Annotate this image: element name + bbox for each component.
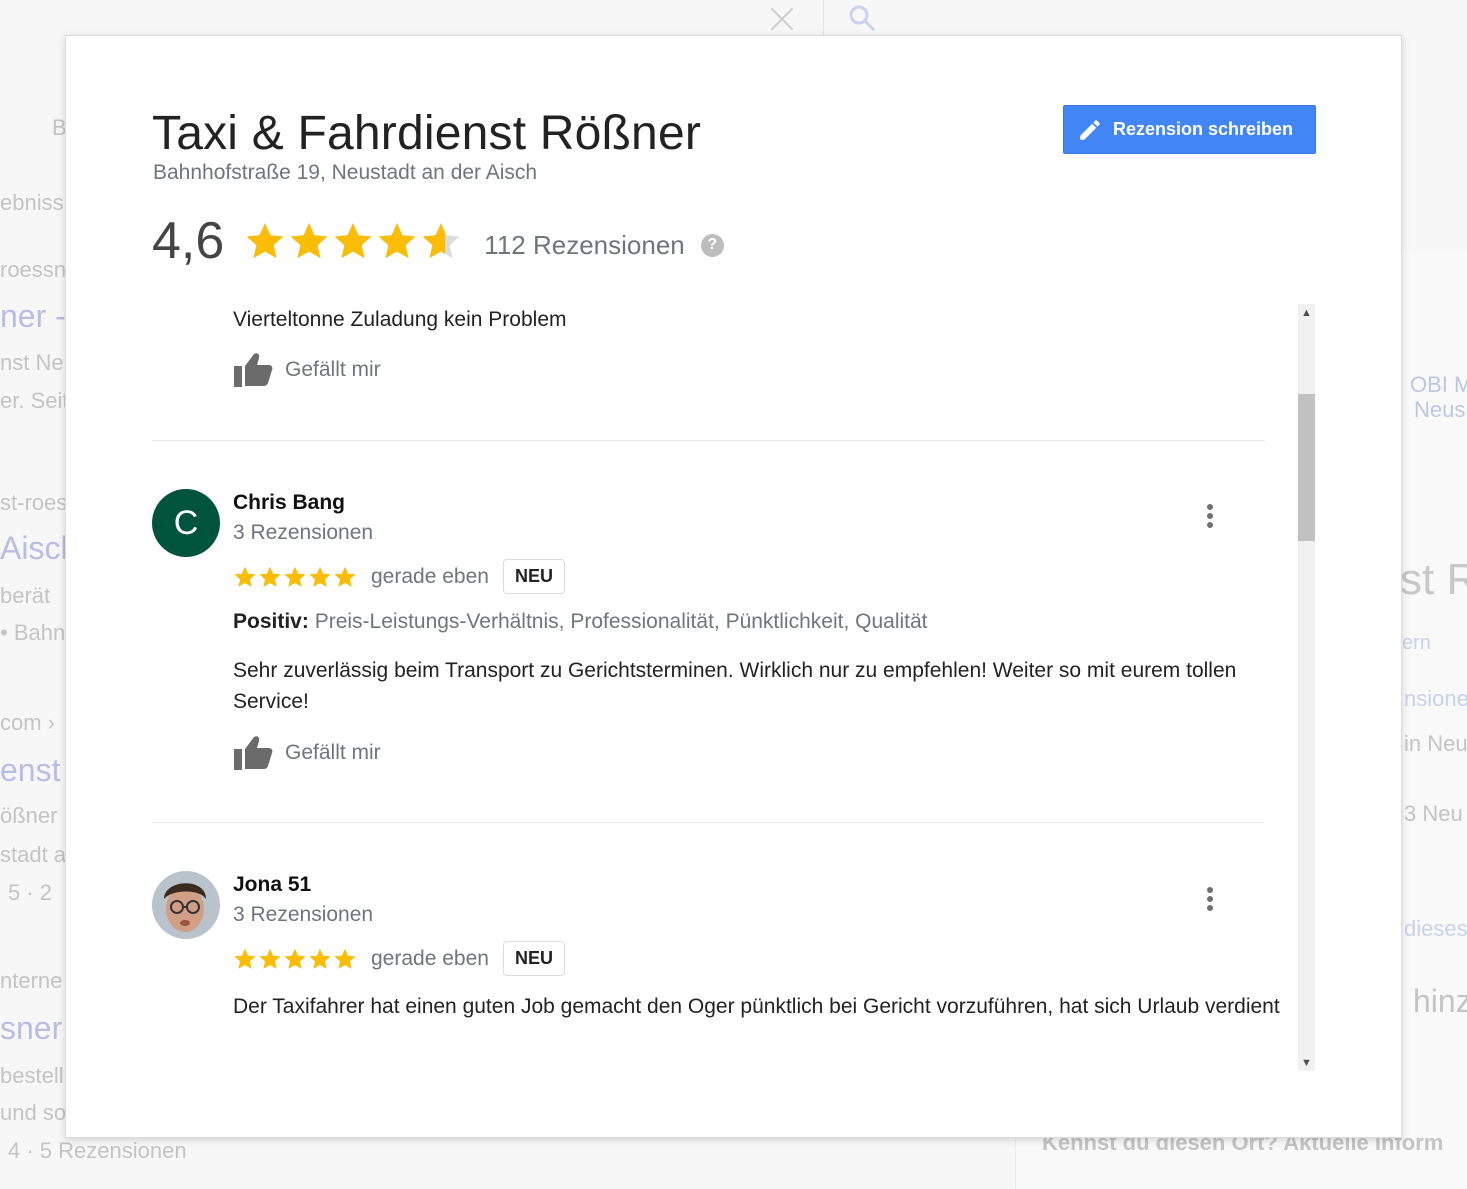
review-time: gerade eben [371,564,489,588]
review-author-count: 3 Rezensionen [233,521,374,544]
bg-fragment: • Bahn [0,620,66,645]
star-icon [284,948,306,969]
business-address: Bahnhofstraße 19, Neustadt an der Aisch [153,161,538,184]
star-icon [246,223,284,259]
review-count-link[interactable]: 112 Rezensionen [484,230,684,261]
pencil-icon [1080,119,1100,140]
like-label: Gefällt mir [285,358,381,381]
bg-fragment: ner - [0,298,66,334]
bg-fragment: dieses [1404,916,1467,941]
rating-stars [244,220,462,262]
scroll-thumb[interactable] [1298,394,1315,541]
star-icon [259,566,281,587]
star-icon [334,566,356,587]
write-review-label: Rezension schreiben [1113,119,1294,139]
bg-fragment: ern [1402,632,1431,654]
like-button[interactable]: Gefällt mir [233,735,381,771]
write-review-button[interactable]: Rezension schreiben [1063,105,1316,154]
reviews-dialog: Taxi & Fahrdienst Rößner Bahnhofstraße 1… [65,35,1402,1138]
bg-fragment: ebniss [0,190,64,215]
bg-fragment: stadt a [0,842,67,867]
bg-fragment: 5 · 2 [8,880,53,905]
toolbar-separator [823,0,824,36]
business-title: Taxi & Fahrdienst Rößner [152,107,702,160]
help-icon[interactable]: ? [700,233,724,257]
bg-fragment: er. Seit [0,388,69,413]
star-icon [334,948,356,969]
review-text: Vierteltonne Zuladung kein Problem [233,308,567,331]
more-options-icon[interactable] [1204,504,1216,530]
bg-fragment: 3 Neu [1404,801,1463,826]
bg-fragment: bestell [0,1063,64,1088]
more-options-icon[interactable] [1204,887,1216,913]
bg-fragment: Neus [1414,397,1466,422]
review-positive: Positiv: Preis-Leistungs-Verhältnis, Pro… [233,610,928,634]
positive-label: Positiv: [233,610,309,633]
star-icon [334,223,372,259]
review-time: gerade eben [371,946,489,970]
star-icon [290,223,328,259]
new-badge: NEU [502,559,565,594]
avatar[interactable]: C [152,489,220,557]
review-author[interactable]: Jona 51 [233,873,311,897]
review-divider [152,440,1265,441]
user-photo-icon [152,871,220,939]
rating-value: 4,6 [152,212,225,270]
reviews-scrollbar[interactable]: ▲ ▼ [1298,304,1315,1071]
review-meta: gerade eben NEU [233,559,565,594]
bg-fragment: und so [0,1100,67,1125]
avatar[interactable] [152,871,220,939]
like-label: Gefällt mir [285,741,381,764]
bg-fragment: nst Ne [0,350,64,375]
star-icon [234,948,256,969]
star-icon [309,566,331,587]
star-icon [259,948,281,969]
bg-fragment: 4 · 5 Rezensionen [8,1138,187,1163]
review-author-count: 3 Rezensionen [233,903,374,926]
review-stars [233,947,357,971]
scroll-up-icon[interactable]: ▲ [1298,304,1315,321]
bg-fragment: roessn [0,257,67,282]
bg-fragment: OBI M [1410,372,1467,397]
reviews-list[interactable]: Vierteltonne Zuladung kein Problem Gefäl… [152,304,1317,1071]
new-badge: NEU [502,941,565,976]
scroll-down-icon[interactable]: ▼ [1298,1054,1315,1071]
thumbs-up-icon [234,736,273,770]
bg-fragment: enst [0,752,61,788]
review-text: Der Taxifahrer hat einen guten Job gemac… [233,995,1280,1018]
star-icon [284,566,306,587]
positive-text: Preis-Leistungs-Verhältnis, Professional… [314,610,928,633]
bg-fragment: st-roes [0,490,68,515]
review-meta: gerade eben NEU [233,941,565,976]
bg-fragment: in Neu [1404,731,1467,756]
search-icon [848,4,876,32]
clear-search-icon [767,4,797,34]
bg-fragment: berät [0,583,51,608]
star-icon [234,566,256,587]
star-icon [422,223,460,259]
bg-fragment: hinz [1413,983,1467,1019]
star-icon [309,948,331,969]
review-stars [233,565,357,589]
bg-fragment: st R [1400,555,1467,604]
review-author[interactable]: Chris Bang [233,491,345,515]
bg-fragment: com › [0,710,55,735]
review-text: Sehr zuverlässig beim Transport zu Geric… [233,659,1237,713]
like-button[interactable]: Gefällt mir [233,352,381,388]
bg-fragment: sner [0,1010,63,1046]
thumbs-up-icon [234,353,273,387]
bg-fragment: nsione [1404,686,1467,711]
bg-fragment: ößner [0,803,58,828]
star-icon [378,223,416,259]
review-divider [152,822,1265,823]
bg-fragment: nterne [0,968,63,993]
rating-summary: 4,6 112 Rezensionen ? [152,211,724,271]
